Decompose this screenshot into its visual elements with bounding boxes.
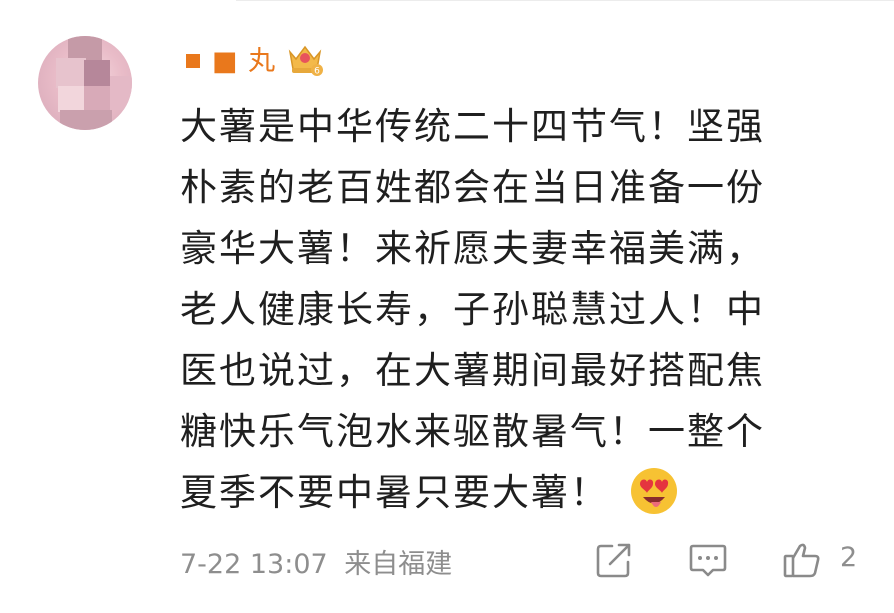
comment-line: 朴素的老百姓都会在当日准备一份 bbox=[180, 166, 765, 209]
comment-line: 夏季不要中暑只要大薯！ bbox=[180, 471, 609, 514]
share-icon[interactable] bbox=[592, 538, 636, 582]
avatar[interactable] bbox=[38, 36, 132, 130]
comment-line: 医也说过，在大薯期间最好搭配焦 bbox=[180, 349, 765, 392]
badge-level: 6 bbox=[314, 67, 320, 77]
comment-line: 豪华大薯！来祈愿夫妻幸福美满， bbox=[180, 227, 765, 270]
heart-eyes-emoji-icon bbox=[631, 467, 677, 514]
comment-line: 大薯是中华传统二十四节气！坚强 bbox=[180, 105, 765, 148]
comment-location: 来自福建 bbox=[344, 549, 453, 580]
comment-date: 7-22 13:07 bbox=[180, 549, 328, 580]
username-row[interactable]: ■ 丸 6 bbox=[186, 38, 324, 78]
comment-icon[interactable] bbox=[686, 538, 730, 582]
divider bbox=[236, 0, 894, 1]
crown-badge-icon: 6 bbox=[288, 45, 324, 77]
comment-text: 大薯是中华传统二十四节气！坚强 朴素的老百姓都会在当日准备一份 豪华大薯！来祈愿… bbox=[180, 96, 840, 523]
comment-meta: 7-22 13:07 来自福建 bbox=[180, 542, 460, 581]
comment-line: 糖快乐气泡水来驱散暑气！一整个 bbox=[180, 410, 765, 453]
username-mask bbox=[186, 54, 200, 68]
comment-line-last: 夏季不要中暑只要大薯！ bbox=[180, 462, 840, 523]
comment-line: 老人健康长寿，子孙聪慧过人！中 bbox=[180, 288, 765, 331]
thumbs-up-icon[interactable] bbox=[780, 538, 824, 582]
comment-footer: 7-22 13:07 来自福建 2 bbox=[180, 536, 880, 584]
username[interactable]: ■ 丸 bbox=[212, 39, 276, 78]
like-count: 2 bbox=[840, 542, 858, 573]
